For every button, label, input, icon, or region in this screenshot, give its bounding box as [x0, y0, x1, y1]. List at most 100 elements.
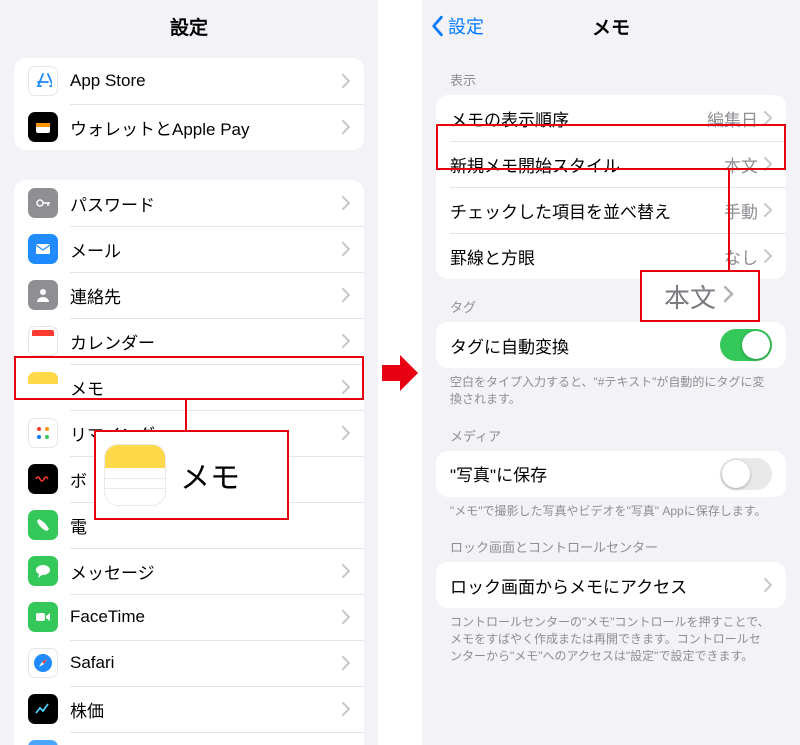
chevron-icon — [342, 196, 350, 210]
callout-text: 本文 — [664, 278, 716, 315]
notes-icon-large — [104, 444, 166, 506]
row-save-photos[interactable]: "写真"に保存 — [436, 451, 786, 497]
row-new-note-style[interactable]: 新規メモ開始スタイル 本文 — [436, 141, 786, 187]
row-label: 株価 — [70, 697, 342, 722]
chevron-icon — [342, 426, 350, 440]
group-display: メモの表示順序 編集日 新規メモ開始スタイル 本文 チェックした項目を並べ替え … — [436, 95, 786, 279]
section-header-lock: ロック画面とコントロールセンター — [422, 519, 800, 562]
chevron-icon — [342, 74, 350, 88]
arrow-right-icon — [380, 351, 420, 395]
row-facetime[interactable]: FaceTime — [14, 594, 364, 640]
row-label: Safari — [70, 653, 342, 673]
row-label: パスワード — [70, 191, 342, 216]
chevron-icon — [724, 286, 736, 306]
callout-notes: メモ — [94, 430, 289, 520]
phone-icon — [28, 510, 58, 540]
row-sort-checked[interactable]: チェックした項目を並べ替え 手動 — [436, 187, 786, 233]
settings-screen: 設定 App Store ウォレットとApple Pay パスワード メール 連… — [0, 0, 378, 745]
back-label: 設定 — [448, 13, 484, 39]
group-tags: タグに自動変換 — [436, 322, 786, 368]
contacts-icon — [28, 280, 58, 310]
footer-lock: コントロールセンターの"メモ"コントロールを押すことで、メモをすばやく作成または… — [422, 608, 800, 664]
chevron-icon — [342, 702, 350, 716]
chevron-icon — [764, 111, 772, 125]
chevron-icon — [342, 120, 350, 134]
row-stocks[interactable]: 株価 — [14, 686, 364, 732]
row-label: FaceTime — [70, 607, 342, 627]
chevron-icon — [764, 249, 772, 263]
page-title: メモ — [592, 13, 630, 40]
row-label: メッセージ — [70, 559, 342, 584]
row-messages[interactable]: メッセージ — [14, 548, 364, 594]
chevron-icon — [764, 203, 772, 217]
row-label: ウォレットとApple Pay — [70, 115, 342, 140]
row-label: 罫線と方眼 — [450, 244, 724, 269]
page-title: 設定 — [170, 13, 208, 40]
notes-settings-screen: 設定 メモ 表示 メモの表示順序 編集日 新規メモ開始スタイル 本文 チェックし… — [422, 0, 800, 745]
toggle-save-photos[interactable] — [720, 458, 772, 490]
key-icon — [28, 188, 58, 218]
footer-tags: 空白をタイプ入力すると、"#テキスト"が自動的にタグに変換されます。 — [422, 368, 800, 408]
row-label: タグに自動変換 — [450, 333, 720, 358]
row-contacts[interactable]: 連絡先 — [14, 272, 364, 318]
row-label: メモの表示順序 — [450, 106, 707, 131]
reminders-icon — [28, 418, 58, 448]
row-wallet[interactable]: ウォレットとApple Pay — [14, 104, 364, 150]
arrow-divider — [378, 0, 422, 745]
row-sort-order[interactable]: メモの表示順序 編集日 — [436, 95, 786, 141]
weather-icon — [28, 740, 58, 745]
group-media: "写真"に保存 — [436, 451, 786, 497]
chevron-icon — [342, 564, 350, 578]
callout-text: メモ — [180, 453, 240, 497]
chevron-icon — [764, 578, 772, 592]
row-weather[interactable]: 天気 — [14, 732, 364, 745]
row-calendar[interactable]: カレンダー — [14, 318, 364, 364]
row-label: メール — [70, 237, 342, 262]
chevron-icon — [764, 157, 772, 171]
row-auto-tag[interactable]: タグに自動変換 — [436, 322, 786, 368]
chevron-icon — [342, 656, 350, 670]
chevron-left-icon — [430, 15, 444, 37]
row-label: ロック画面からメモにアクセス — [450, 573, 764, 598]
header: 設定 — [0, 0, 378, 52]
row-label: App Store — [70, 71, 342, 91]
group-store: App Store ウォレットとApple Pay — [14, 58, 364, 150]
voice-icon — [28, 464, 58, 494]
row-label: "写真"に保存 — [450, 461, 720, 486]
row-safari[interactable]: Safari — [14, 640, 364, 686]
facetime-icon — [28, 602, 58, 632]
callout-body-style: 本文 — [640, 270, 760, 322]
chevron-icon — [342, 610, 350, 624]
row-label: メモ — [70, 375, 342, 400]
section-header-media: メディア — [422, 408, 800, 451]
row-lock-access[interactable]: ロック画面からメモにアクセス — [436, 562, 786, 608]
notes-icon — [28, 372, 58, 402]
row-label: 連絡先 — [70, 283, 342, 308]
wallet-icon — [28, 112, 58, 142]
chevron-icon — [342, 334, 350, 348]
back-button[interactable]: 設定 — [430, 0, 484, 52]
stocks-icon — [28, 694, 58, 724]
chevron-icon — [342, 380, 350, 394]
callout-connector — [185, 399, 187, 432]
row-label: カレンダー — [70, 329, 342, 354]
mail-icon — [28, 234, 58, 264]
section-header-display: 表示 — [422, 52, 800, 95]
safari-icon — [28, 648, 58, 678]
header: 設定 メモ — [422, 0, 800, 52]
chevron-icon — [342, 242, 350, 256]
chevron-icon — [342, 288, 350, 302]
calendar-icon — [28, 326, 58, 356]
row-notes[interactable]: メモ — [14, 364, 364, 410]
callout-connector — [728, 168, 730, 272]
footer-media: "メモ"で撮影した写真やビデオを"写真" Appに保存します。 — [422, 497, 800, 520]
row-label: チェックした項目を並べ替え — [450, 198, 724, 223]
row-value: 編集日 — [707, 106, 758, 131]
appstore-icon — [28, 66, 58, 96]
row-app-store[interactable]: App Store — [14, 58, 364, 104]
row-label: 新規メモ開始スタイル — [450, 152, 724, 177]
row-mail[interactable]: メール — [14, 226, 364, 272]
toggle-auto-tag[interactable] — [720, 329, 772, 361]
group-lock: ロック画面からメモにアクセス — [436, 562, 786, 608]
row-passwords[interactable]: パスワード — [14, 180, 364, 226]
